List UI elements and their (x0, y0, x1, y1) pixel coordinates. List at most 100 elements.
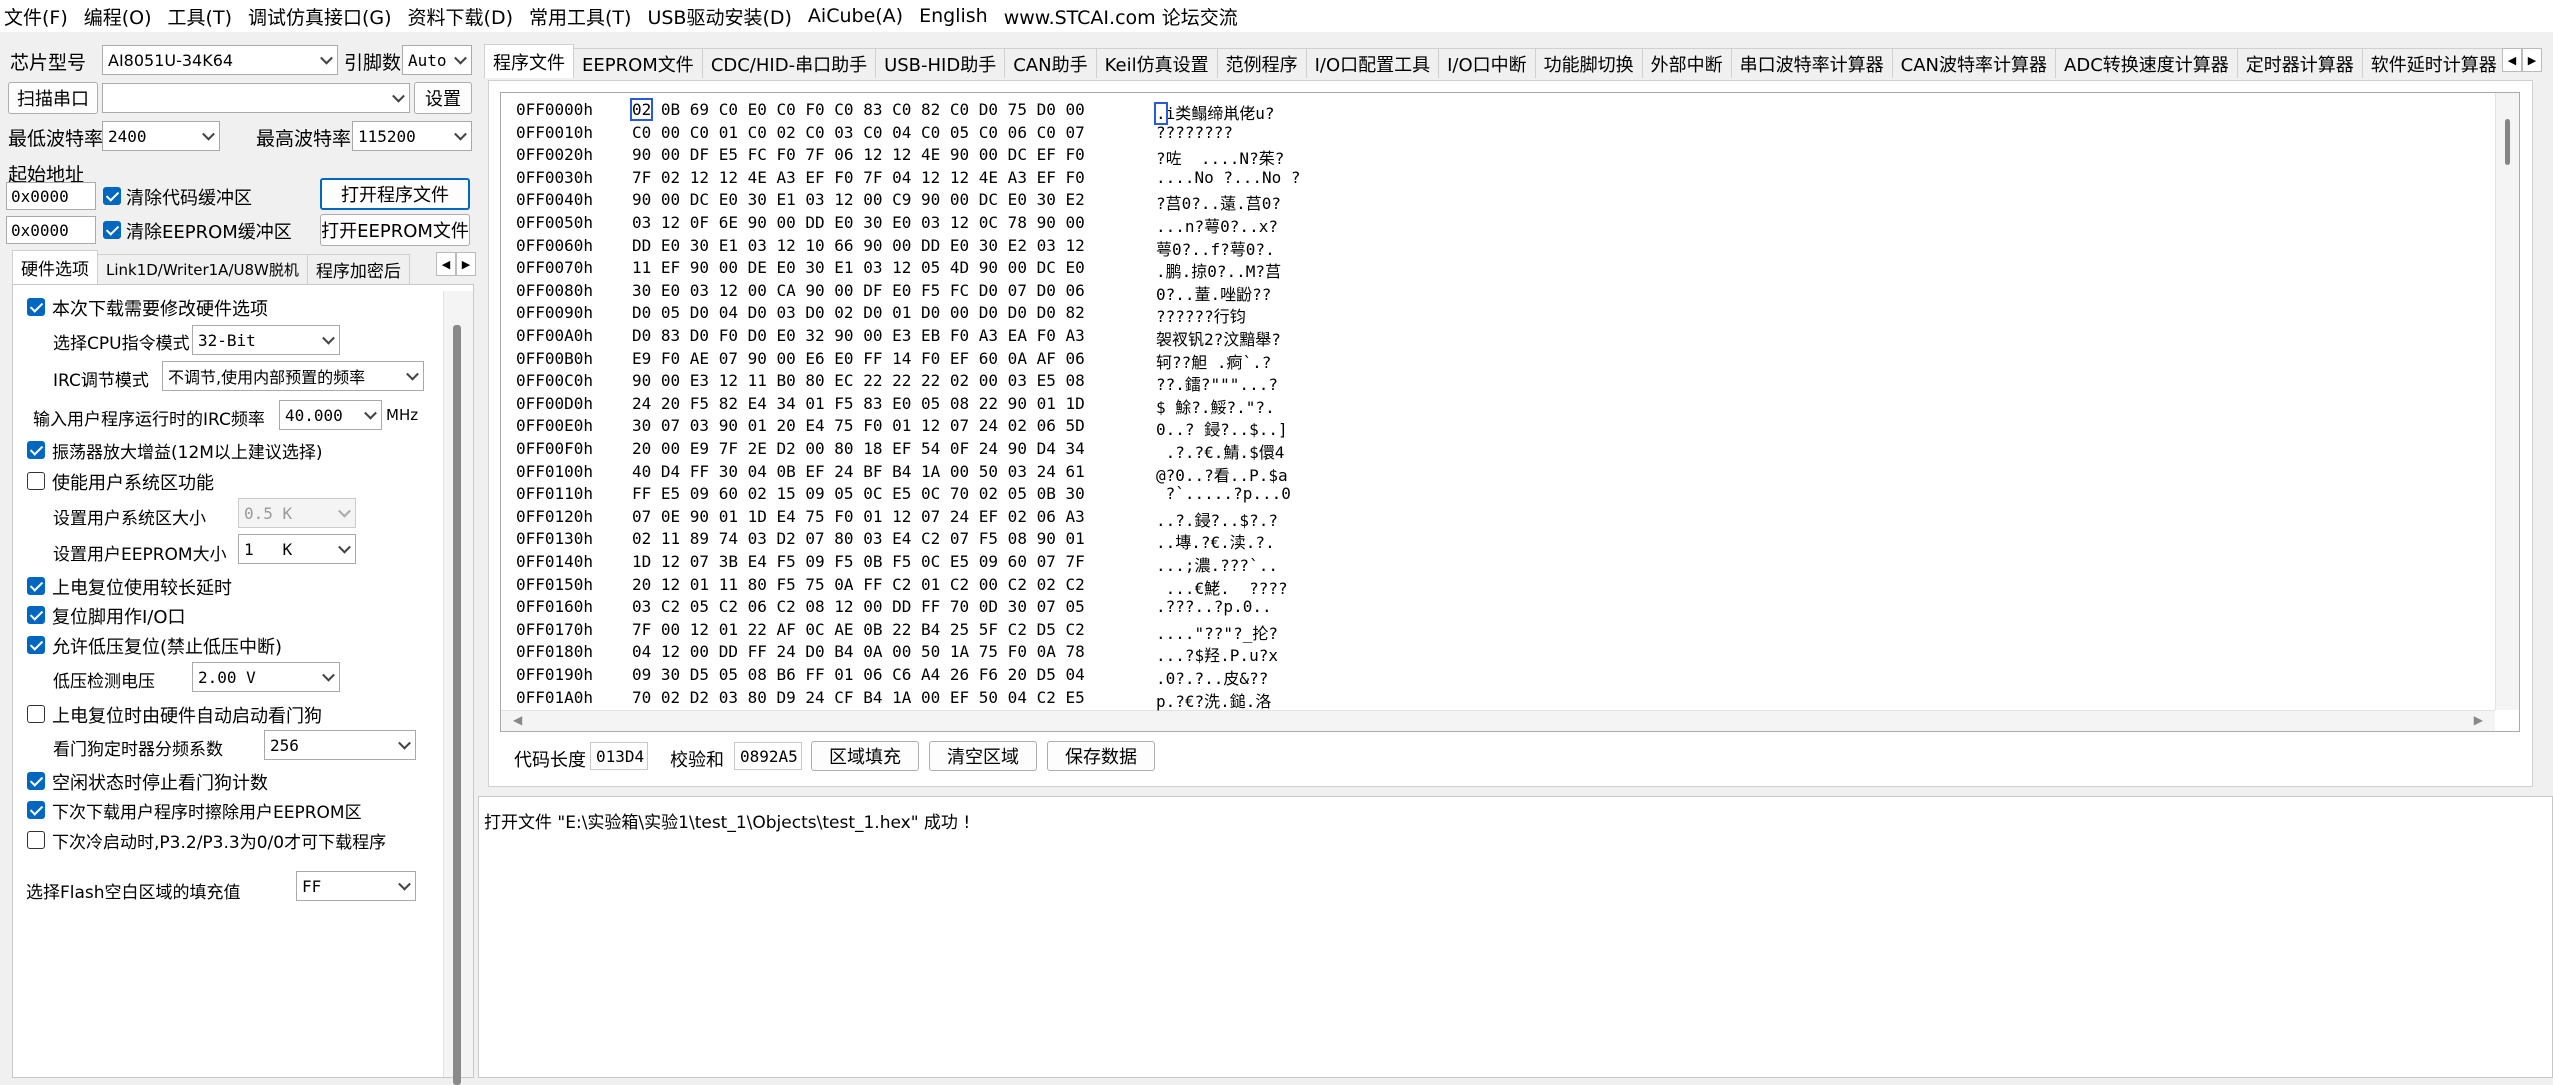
irc-frequency-select[interactable]: 40.000 (279, 400, 382, 430)
modify-hw-options-checkbox[interactable] (27, 298, 45, 316)
hex-bytes[interactable]: 7F 00 12 01 22 AF 0C AE 0B 22 B4 25 5F C… (632, 620, 1085, 639)
tab-scroll-right-icon[interactable]: ▶ (456, 252, 476, 276)
tab-program-file[interactable]: 程序文件 (484, 44, 574, 78)
menu-item[interactable]: 工具(T) (160, 3, 240, 30)
tab-tool-11[interactable]: 串口波特率计算器 (1731, 48, 1893, 78)
hex-ascii[interactable]: .i类鳎缔鼡佬u? (1154, 100, 1275, 125)
tab-tool-7[interactable]: I/O口配置工具 (1306, 48, 1440, 78)
hex-bytes[interactable]: 02 0B 69 C0 E0 C0 F0 C0 83 C0 82 C0 D0 7… (629, 98, 1085, 121)
hex-ascii[interactable]: ..?.鋟?..$?.? (1156, 507, 1278, 531)
tab-scroll-left-icon[interactable]: ◀ (2502, 48, 2522, 72)
flash-fill-select[interactable]: FF (296, 871, 416, 901)
hex-ascii[interactable]: ...€鮱. ???? (1156, 575, 1288, 599)
serial-port-select[interactable] (102, 83, 410, 113)
open-program-file-button[interactable]: 打开程序文件 (320, 178, 470, 210)
tab-tool-9[interactable]: 功能脚切换 (1535, 48, 1643, 78)
tab-offline-programmer[interactable]: Link1D/Writer1A/U8W脱机 (98, 254, 308, 284)
hex-bytes[interactable]: 11 EF 90 00 DE E0 30 E1 03 12 05 4D 90 0… (632, 258, 1085, 277)
hex-ascii[interactable]: 袈衩钒2?汶黯舉? (1156, 326, 1281, 350)
tab-tool-4[interactable]: CAN助手 (1005, 48, 1097, 78)
hex-ascii[interactable]: ?`.....?p...0 (1156, 484, 1291, 503)
auto-watchdog-checkbox[interactable] (27, 705, 45, 723)
hex-ascii[interactable]: .?.?€.鯖.$儇4 (1156, 439, 1285, 463)
user-system-size-select[interactable]: 0.5 K (238, 498, 356, 528)
hex-ascii[interactable]: ???????? (1156, 123, 1233, 142)
cpu-mode-select[interactable]: 32-Bit (192, 325, 340, 355)
hex-ascii[interactable]: ??.鐳?"""...? (1156, 371, 1278, 395)
hex-ascii[interactable]: .0?.?..皮&?? (1156, 665, 1278, 689)
hex-ascii[interactable]: ??????行钧 (1156, 303, 1246, 327)
pin-count-select[interactable]: Auto (402, 45, 472, 75)
hex-bytes[interactable]: 30 E0 03 12 00 CA 90 00 DF E0 F5 FC D0 0… (632, 281, 1085, 300)
eeprom-start-address-input[interactable]: 0x0000 (6, 216, 96, 244)
lvd-voltage-select[interactable]: 2.00 V (192, 662, 340, 692)
hex-ascii[interactable]: ?莒0?..薳.莒0? (1156, 190, 1281, 214)
idle-stop-watchdog-checkbox[interactable] (27, 772, 45, 790)
hex-ascii[interactable]: ...."??"?_抡? (1156, 620, 1278, 644)
scan-port-button[interactable]: 扫描串口 (8, 82, 98, 114)
tab-tool-12[interactable]: CAN波特率计算器 (1892, 48, 2057, 78)
menu-item[interactable]: www.STCAI.com 论坛交流 (996, 3, 1246, 30)
hex-scrollbar-thumb[interactable] (2505, 119, 2510, 165)
hex-ascii[interactable]: ...?$羟.P.u?x (1156, 642, 1278, 666)
hex-bytes[interactable]: 09 30 D5 05 08 B6 FF 01 06 C6 A4 26 F6 2… (632, 665, 1085, 684)
hex-ascii[interactable]: p.?€?洗.鎚.洛 (1156, 688, 1271, 712)
tab-scroll-right-icon[interactable]: ▶ (2522, 48, 2542, 72)
hex-bytes[interactable]: FF E5 09 60 02 15 09 05 0C E5 0C 70 02 0… (632, 484, 1085, 503)
wdt-divider-select[interactable]: 256 (264, 730, 416, 760)
save-data-button[interactable]: 保存数据 (1047, 741, 1155, 771)
hex-bytes[interactable]: 30 07 03 90 01 20 E4 75 F0 01 12 07 24 0… (632, 416, 1085, 435)
hex-vertical-scrollbar[interactable] (2495, 93, 2519, 710)
menu-item[interactable]: 编程(O) (76, 3, 160, 30)
menu-item[interactable]: 资料下载(D) (400, 3, 521, 30)
selected-byte[interactable]: 02 (629, 98, 654, 121)
hex-ascii[interactable]: 萼0?..f?萼0?. (1156, 236, 1275, 260)
hex-bytes[interactable]: D0 83 D0 F0 D0 E0 32 90 00 E3 EB F0 A3 E… (632, 326, 1085, 345)
tab-tool-13[interactable]: ADC转换速度计算器 (2056, 48, 2238, 78)
tab-tool-1[interactable]: EEPROM文件 (574, 48, 703, 78)
clear-code-buffer-checkbox[interactable] (103, 187, 121, 205)
hex-bytes[interactable]: 20 00 E9 7F 2E D2 00 80 18 EF 54 0F 24 9… (632, 439, 1085, 458)
hex-bytes[interactable]: 03 12 0F 6E 90 00 DD E0 30 E0 03 12 0C 7… (632, 213, 1085, 232)
tab-tool-3[interactable]: USB-HID助手 (876, 48, 1006, 78)
tab-tool-2[interactable]: CDC/HID-串口助手 (702, 48, 877, 78)
hex-bytes[interactable]: 07 0E 90 01 1D E4 75 F0 01 12 07 24 EF 0… (632, 507, 1085, 526)
menu-item[interactable]: USB驱动安装(D) (639, 3, 799, 30)
eeprom-size-select[interactable]: 1 K (238, 534, 356, 564)
hex-ascii[interactable]: ...;濃.???`.. (1156, 552, 1278, 576)
user-system-area-checkbox[interactable] (27, 472, 45, 490)
hex-bytes[interactable]: 02 11 89 74 03 D2 07 80 03 E4 C2 07 F5 0… (632, 529, 1085, 548)
clear-eeprom-buffer-checkbox[interactable] (103, 221, 121, 239)
code-start-address-input[interactable]: 0x0000 (6, 182, 96, 210)
menu-item[interactable]: English (911, 5, 996, 27)
hex-bytes[interactable]: E9 F0 AE 07 90 00 E6 E0 FF 14 F0 EF 60 0… (632, 349, 1085, 368)
long-reset-delay-checkbox[interactable] (27, 577, 45, 595)
tab-tool-8[interactable]: I/O口中断 (1439, 48, 1536, 78)
hex-bytes[interactable]: DD E0 30 E1 03 12 10 66 90 00 DD E0 30 E… (632, 236, 1085, 255)
hex-bytes[interactable]: 90 00 E3 12 11 B0 80 EC 22 22 22 02 00 0… (632, 371, 1085, 390)
irc-adjust-select[interactable]: 不调节,使用内部预置的频率 (162, 361, 424, 391)
hex-bytes[interactable]: 20 12 01 11 80 F5 75 0A FF C2 01 C2 00 C… (632, 575, 1085, 594)
menu-item[interactable]: 常用工具(T) (521, 3, 639, 30)
tab-program-encryption[interactable]: 程序加密后 (307, 254, 410, 284)
clear-area-button[interactable]: 清空区域 (929, 741, 1037, 771)
cold-boot-checkbox[interactable] (27, 831, 45, 849)
hex-ascii[interactable]: @?0..?看..P.$a (1156, 462, 1288, 486)
selected-char[interactable]: . (1154, 102, 1168, 125)
hex-bytes[interactable]: 40 D4 FF 30 04 0B EF 24 BF B4 1A 00 50 0… (632, 462, 1085, 481)
reset-pin-io-checkbox[interactable] (27, 606, 45, 624)
max-baud-select[interactable]: 115200 (352, 121, 472, 151)
fill-area-button[interactable]: 区域填充 (811, 741, 919, 771)
hex-ascii[interactable]: ...n?萼0?..x? (1156, 213, 1278, 237)
hex-ascii[interactable]: $ 鮽?.鮾?."?. (1156, 394, 1275, 418)
hex-bytes[interactable]: 90 00 DF E5 FC F0 7F 06 12 12 4E 90 00 D… (632, 145, 1085, 164)
tab-tool-5[interactable]: Keil仿真设置 (1096, 48, 1218, 78)
tab-tool-14[interactable]: 定时器计算器 (2237, 48, 2363, 78)
hex-ascii[interactable]: ?咗 ....N?茱? (1156, 145, 1284, 169)
hex-bytes[interactable]: 03 C2 05 C2 06 C2 08 12 00 DD FF 70 0D 3… (632, 597, 1085, 616)
hex-bytes[interactable]: 90 00 DC E0 30 E1 03 12 00 C9 90 00 DC E… (632, 190, 1085, 209)
chip-model-select[interactable]: AI8051U-34K64 (102, 45, 338, 75)
menu-item[interactable]: 文件(F) (0, 3, 76, 30)
hex-ascii[interactable]: 0..? 鋟?..$..] (1156, 416, 1288, 440)
tab-hardware-options[interactable]: 硬件选项 (12, 250, 98, 284)
